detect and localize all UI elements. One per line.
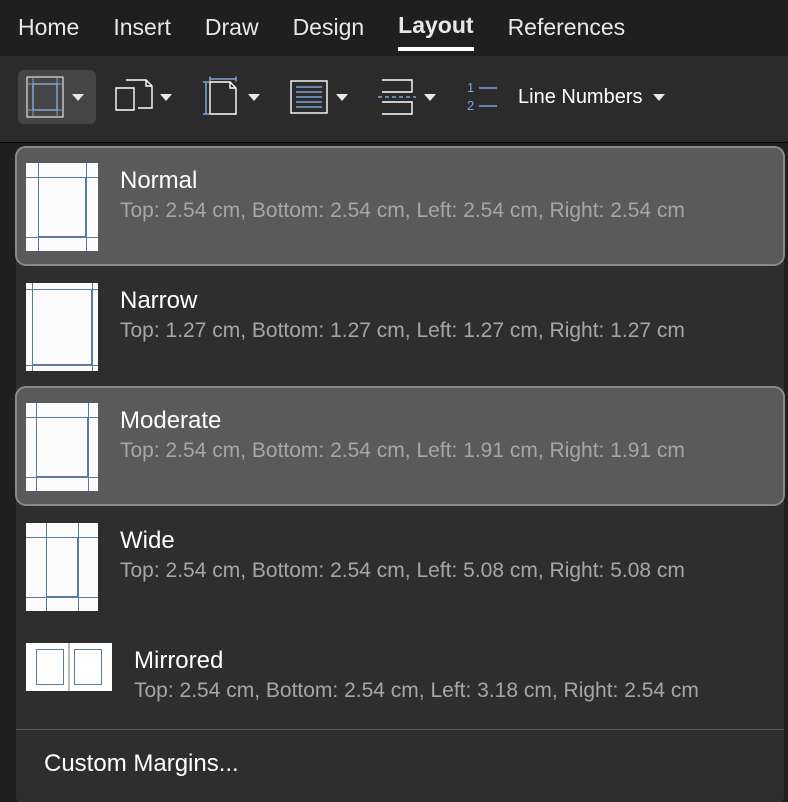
margin-option-title: Moderate	[120, 407, 685, 435]
tab-home[interactable]: Home	[18, 14, 79, 49]
margin-option-title: Narrow	[120, 287, 685, 315]
margins-dropdown: Normal Top: 2.54 cm, Bottom: 2.54 cm, Lef…	[16, 147, 784, 802]
columns-icon	[288, 76, 330, 118]
margins-icon	[24, 76, 66, 118]
margin-option-wide[interactable]: Wide Top: 2.54 cm, Bottom: 2.54 cm, Left:…	[16, 507, 784, 625]
margin-option-mirrored[interactable]: Mirrored Top: 2.54 cm, Bottom: 2.54 cm, L…	[16, 627, 784, 717]
svg-text:2: 2	[467, 98, 474, 113]
svg-text:1: 1	[467, 80, 474, 95]
size-button[interactable]	[194, 70, 272, 124]
tab-design[interactable]: Design	[293, 14, 365, 49]
tab-references[interactable]: References	[508, 14, 626, 49]
tab-layout[interactable]: Layout	[398, 12, 473, 51]
size-icon	[200, 76, 242, 118]
margin-thumb-moderate	[26, 403, 98, 491]
line-numbers-button[interactable]: Line Numbers	[514, 86, 671, 109]
line-numbers-label: Line Numbers	[518, 86, 643, 109]
chevron-down-icon	[653, 94, 665, 101]
margin-option-title: Wide	[120, 527, 685, 555]
margin-option-moderate[interactable]: Moderate Top: 2.54 cm, Bottom: 2.54 cm, L…	[16, 387, 784, 505]
chevron-down-icon	[248, 94, 260, 101]
orientation-icon	[112, 76, 154, 118]
breaks-icon	[376, 76, 418, 118]
margin-thumb-narrow	[26, 283, 98, 371]
breaks-button[interactable]	[370, 70, 448, 124]
line-numbers-icon: 1 2	[462, 76, 504, 118]
ribbon-tabs: Home Insert Draw Design Layout Reference…	[0, 0, 788, 56]
margin-option-desc: Top: 1.27 cm, Bottom: 1.27 cm, Left: 1.2…	[120, 319, 685, 343]
orientation-button[interactable]	[106, 70, 184, 124]
custom-margins-button[interactable]: Custom Margins...	[16, 730, 784, 800]
margin-thumb-wide	[26, 523, 98, 611]
layout-command-row: 1 2 Line Numbers	[0, 56, 788, 143]
margin-option-desc: Top: 2.54 cm, Bottom: 2.54 cm, Left: 5.0…	[120, 559, 685, 583]
margin-option-desc: Top: 2.54 cm, Bottom: 2.54 cm, Left: 1.9…	[120, 439, 685, 463]
margin-thumb-mirrored	[26, 643, 112, 691]
margin-option-desc: Top: 2.54 cm, Bottom: 2.54 cm, Left: 2.5…	[120, 199, 685, 223]
margin-option-narrow[interactable]: Narrow Top: 1.27 cm, Bottom: 1.27 cm, Lef…	[16, 267, 784, 385]
margin-option-title: Normal	[120, 167, 685, 195]
chevron-down-icon	[336, 94, 348, 101]
chevron-down-icon	[424, 94, 436, 101]
margins-button[interactable]	[18, 70, 96, 124]
chevron-down-icon	[72, 94, 84, 101]
margin-thumb-normal	[26, 163, 98, 251]
margin-option-normal[interactable]: Normal Top: 2.54 cm, Bottom: 2.54 cm, Lef…	[16, 147, 784, 265]
margin-option-title: Mirrored	[134, 647, 699, 675]
chevron-down-icon	[160, 94, 172, 101]
tab-draw[interactable]: Draw	[205, 14, 259, 49]
columns-button[interactable]	[282, 70, 360, 124]
tab-insert[interactable]: Insert	[113, 14, 171, 49]
margin-option-desc: Top: 2.54 cm, Bottom: 2.54 cm, Left: 3.1…	[134, 679, 699, 703]
